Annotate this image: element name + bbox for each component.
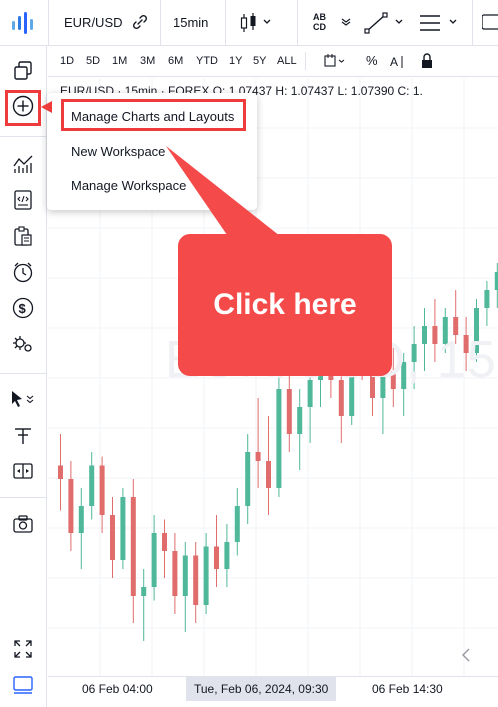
highlight-box-plus (5, 90, 41, 126)
candle-body (224, 542, 230, 569)
left-toolbar: $ (0, 46, 47, 707)
camera-icon[interactable] (12, 513, 34, 535)
indicators-button[interactable]: AB CD (313, 11, 353, 35)
interval-button[interactable]: 15min (173, 15, 208, 30)
measure-icon[interactable] (12, 460, 34, 482)
indicators-label-top: AB (313, 12, 326, 22)
range-ytd[interactable]: YTD (196, 55, 218, 67)
candle-body (58, 465, 63, 479)
time-tick-label: 06 Feb 04:00 (82, 682, 153, 696)
range-5d[interactable]: 5D (86, 55, 100, 67)
auto-scale-icon[interactable]: A (390, 54, 408, 70)
candle-body (286, 389, 292, 434)
panel-toggle-icon[interactable] (12, 674, 34, 696)
range-3m[interactable]: 3M (140, 55, 155, 67)
candle-body (141, 587, 147, 596)
candle-body (182, 555, 188, 596)
menu-lines-icon[interactable] (418, 11, 462, 35)
candle-body (234, 506, 240, 542)
scroll-left-chevron-icon[interactable] (460, 648, 472, 662)
chevron-down-icon (341, 18, 351, 26)
range-1m[interactable]: 1M (112, 55, 127, 67)
percent-scale-toggle[interactable]: % (366, 53, 378, 68)
svg-text:$: $ (19, 301, 27, 316)
time-tick-label: 06 Feb 14:30 (372, 682, 443, 696)
symbol-search-button[interactable]: EUR/USD (64, 15, 123, 30)
candle-body (120, 497, 126, 560)
date-range-icon[interactable] (324, 54, 346, 70)
candle-body (172, 551, 178, 596)
cursor-arrow-icon[interactable] (8, 388, 36, 410)
clock-alert-icon[interactable] (12, 261, 34, 283)
app-logo-icon[interactable] (10, 10, 38, 36)
candle-body (89, 465, 95, 506)
menu-item-new-workspace[interactable]: New Workspace (71, 144, 165, 159)
candle-body (203, 546, 209, 605)
candle-body (99, 465, 105, 515)
candle-body (276, 389, 282, 488)
crosshair-tool-icon[interactable] (12, 424, 34, 446)
clipboard-icon[interactable] (12, 225, 34, 247)
top-toolbar: EUR/USD 15min AB CD (0, 0, 498, 46)
timeframe-range-bar: 1D 5D 1M 3M 6M YTD 1Y 5Y ALL % A (48, 46, 498, 77)
fullscreen-icon[interactable] (12, 638, 34, 660)
candles-icon[interactable] (238, 11, 278, 35)
range-6m[interactable]: 6M (168, 55, 183, 67)
candle-body (193, 555, 199, 605)
candle-body (214, 546, 219, 569)
candle-body (297, 407, 303, 434)
callout-text: Click here (213, 288, 357, 321)
layouts-icon[interactable] (12, 60, 34, 82)
candle-body (151, 533, 157, 587)
candle-body (484, 290, 490, 308)
range-1y[interactable]: 1Y (229, 55, 242, 67)
candle-body (78, 506, 84, 533)
line-tool-icon[interactable] (364, 11, 408, 35)
candle-body (266, 461, 271, 488)
time-axis[interactable]: 06 Feb 04:00 Tue, Feb 06, 2024, 09:30 06… (48, 676, 498, 707)
candle-body (68, 479, 74, 533)
crosshair-time-label: Tue, Feb 06, 2024, 09:30 (186, 677, 337, 701)
candle-body (255, 452, 261, 461)
candle-body (162, 533, 167, 551)
indicators-label-bottom: CD (313, 22, 326, 32)
svg-text:A: A (390, 55, 398, 69)
compare-link-icon[interactable] (131, 13, 149, 31)
indicators-chart-icon[interactable] (12, 153, 34, 175)
more-icon[interactable] (482, 11, 498, 35)
candle-body (130, 497, 136, 596)
highlight-box-menu-item (61, 99, 246, 131)
menu-item-manage-workspace[interactable]: Manage Workspace (71, 178, 186, 193)
range-1d[interactable]: 1D (60, 55, 74, 67)
candle-body (110, 515, 115, 560)
dollar-icon[interactable]: $ (12, 297, 34, 319)
candle-body (245, 452, 251, 506)
range-5y[interactable]: 5Y (253, 55, 266, 67)
click-here-callout: Click here (178, 234, 392, 376)
range-all[interactable]: ALL (277, 55, 297, 67)
settings-gears-icon[interactable] (12, 333, 34, 355)
script-editor-icon[interactable] (12, 189, 34, 211)
lock-icon[interactable] (420, 53, 434, 69)
